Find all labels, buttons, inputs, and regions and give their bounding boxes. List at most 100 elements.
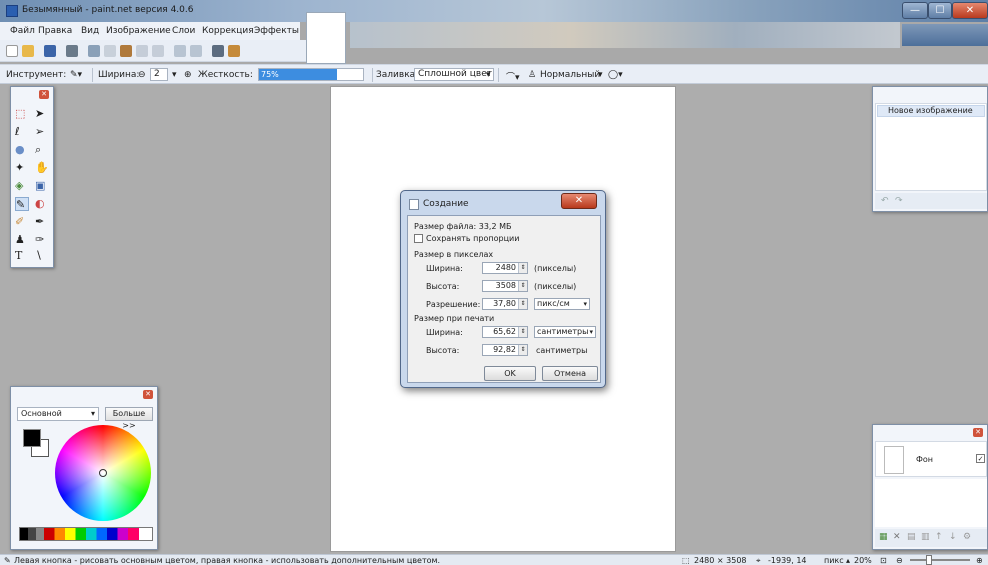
menu-file[interactable]: Файл [10,26,35,36]
cancel-button[interactable]: Отмена [542,366,598,381]
layer-visibility-checkbox[interactable]: ✓ [976,454,985,463]
fill-dropdown-icon[interactable]: ▾ [486,70,491,80]
text-icon[interactable]: T [15,249,29,263]
layer-row[interactable]: Фон ✓ [875,441,987,477]
px-width-spinner[interactable]: ⇕ [518,263,527,273]
menu-view[interactable]: Вид [81,26,99,36]
image-thumbnail-tab[interactable] [306,12,346,64]
fill-label: Заливка: [376,70,419,80]
blend-mode-select[interactable]: Нормальный [540,70,600,80]
undo-icon[interactable] [174,45,186,57]
resolution-input[interactable]: 37,80 ⇕ [482,298,528,310]
zoom-slider[interactable] [910,559,970,561]
print-height-input[interactable]: 92,82 ⇕ [482,344,528,356]
antialias-icon[interactable]: ⌒▾ [506,70,520,83]
resolution-spinner[interactable]: ⇕ [518,299,527,309]
blend-mode-icon[interactable]: ♙ [528,70,536,80]
menu-adjustments[interactable]: Коррекция [202,26,254,36]
dialog-close-button[interactable]: ✕ [561,193,597,209]
grid-icon[interactable] [212,45,224,57]
width-increase-icon[interactable]: ⊕ [184,70,192,80]
menu-layers[interactable]: Слои [172,26,195,36]
zoom-out-icon[interactable]: ⊖ [896,556,903,565]
cut-icon[interactable] [88,45,100,57]
width-dropdown-icon[interactable]: ▾ [172,70,177,80]
hardness-slider[interactable]: 75% [258,68,364,81]
menu-image[interactable]: Изображение [106,26,171,36]
zoom-fit-icon[interactable]: ⊡ [880,556,887,565]
print-width-spinner[interactable]: ⇕ [518,327,527,337]
print-icon[interactable] [66,45,78,57]
print-height-spinner[interactable]: ⇕ [518,345,527,355]
eraser-icon[interactable]: ◐ [35,197,49,211]
rect-select-icon[interactable]: ⬚ [15,107,29,121]
move-layer-up-icon[interactable]: ↑ [935,532,943,542]
deselect-icon[interactable] [152,45,164,57]
duplicate-layer-icon[interactable]: ▤ [907,532,916,542]
ellipse-select-icon[interactable]: ● [15,143,29,157]
color-picker-icon[interactable]: ✒ [35,215,49,229]
alpha-blend-icon[interactable]: ◯▾ [608,70,623,80]
zoom-dropdown-icon[interactable]: ▴ [846,556,850,565]
paste-icon[interactable] [120,45,132,57]
history-item[interactable]: Новое изображение [877,105,985,117]
px-height-input[interactable]: 3508 ⇕ [482,280,528,292]
new-icon[interactable] [6,45,18,57]
move-selection-icon[interactable]: ➢ [35,125,49,139]
paint-bucket-icon[interactable]: ◈ [15,179,29,193]
ruler-icon[interactable] [228,45,240,57]
open-icon[interactable] [22,45,34,57]
layer-properties-icon[interactable]: ⚙ [963,532,971,542]
pencil-tool-icon[interactable]: ✎▾ [70,70,82,80]
save-icon[interactable] [44,45,56,57]
menu-effects[interactable]: Эффекты [254,26,299,36]
colors-close-icon[interactable]: ✕ [143,390,153,399]
zoom-level[interactable]: 20% [854,556,872,565]
move-layer-down-icon[interactable]: ↓ [949,532,957,542]
width-input[interactable]: 2 [150,68,168,81]
more-colors-button[interactable]: Больше >> [105,407,153,430]
keep-ratio-checkbox[interactable] [414,234,423,243]
print-unit-select[interactable]: сантиметры ▾ [534,326,596,338]
magic-wand-icon[interactable]: ✦ [15,161,29,175]
color-mode-select[interactable]: Основной ▾ [17,407,99,421]
px-height-spinner[interactable]: ⇕ [518,281,527,291]
paintbrush-icon[interactable]: ✐ [15,215,29,229]
add-layer-icon[interactable]: ▦ [879,532,888,542]
history-undo-icon[interactable]: ↶ [881,196,889,206]
maximize-button[interactable]: ☐ [928,2,952,19]
blend-dropdown-icon[interactable]: ▾ [598,70,603,80]
history-redo-icon[interactable]: ↷ [895,196,903,206]
units-select[interactable]: пикс [824,556,844,565]
ok-button[interactable]: OK [484,366,536,381]
color-wheel[interactable] [55,425,151,521]
menu-edit[interactable]: Правка [38,26,72,36]
tools-close-icon[interactable]: ✕ [39,90,49,99]
gradient-icon[interactable]: ▣ [35,179,49,193]
width-decrease-icon[interactable]: ⊖ [138,70,146,80]
primary-color-swatch[interactable] [23,429,41,447]
close-button[interactable]: ✕ [952,2,988,19]
clone-stamp-icon[interactable]: ♟ [15,233,29,247]
merge-layer-icon[interactable]: ▥ [921,532,930,542]
zoom-in-icon[interactable]: ⊕ [976,556,983,565]
pan-icon[interactable]: ✋ [35,161,49,175]
lasso-icon[interactable]: ℓ [15,125,29,139]
recolor-icon[interactable]: ✑ [35,233,49,247]
fill-select[interactable]: Сплошной цвет [414,68,494,81]
move-icon[interactable]: ➤ [35,107,49,121]
zoom-slider-handle[interactable] [926,555,932,565]
color-palette[interactable] [19,527,153,541]
minimize-button[interactable]: — [902,2,928,19]
copy-icon[interactable] [104,45,116,57]
print-width-input[interactable]: 65,62 ⇕ [482,326,528,338]
px-width-input[interactable]: 2480 ⇕ [482,262,528,274]
redo-icon[interactable] [190,45,202,57]
pencil-icon[interactable]: ✎ [15,197,29,211]
crop-icon[interactable] [136,45,148,57]
line-icon[interactable]: ∖ [35,249,49,263]
resolution-unit-select[interactable]: пикс/см ▾ [534,298,590,310]
delete-layer-icon[interactable]: ✕ [893,532,901,542]
layers-close-icon[interactable]: ✕ [973,428,983,437]
zoom-icon[interactable]: ⌕ [35,143,49,157]
